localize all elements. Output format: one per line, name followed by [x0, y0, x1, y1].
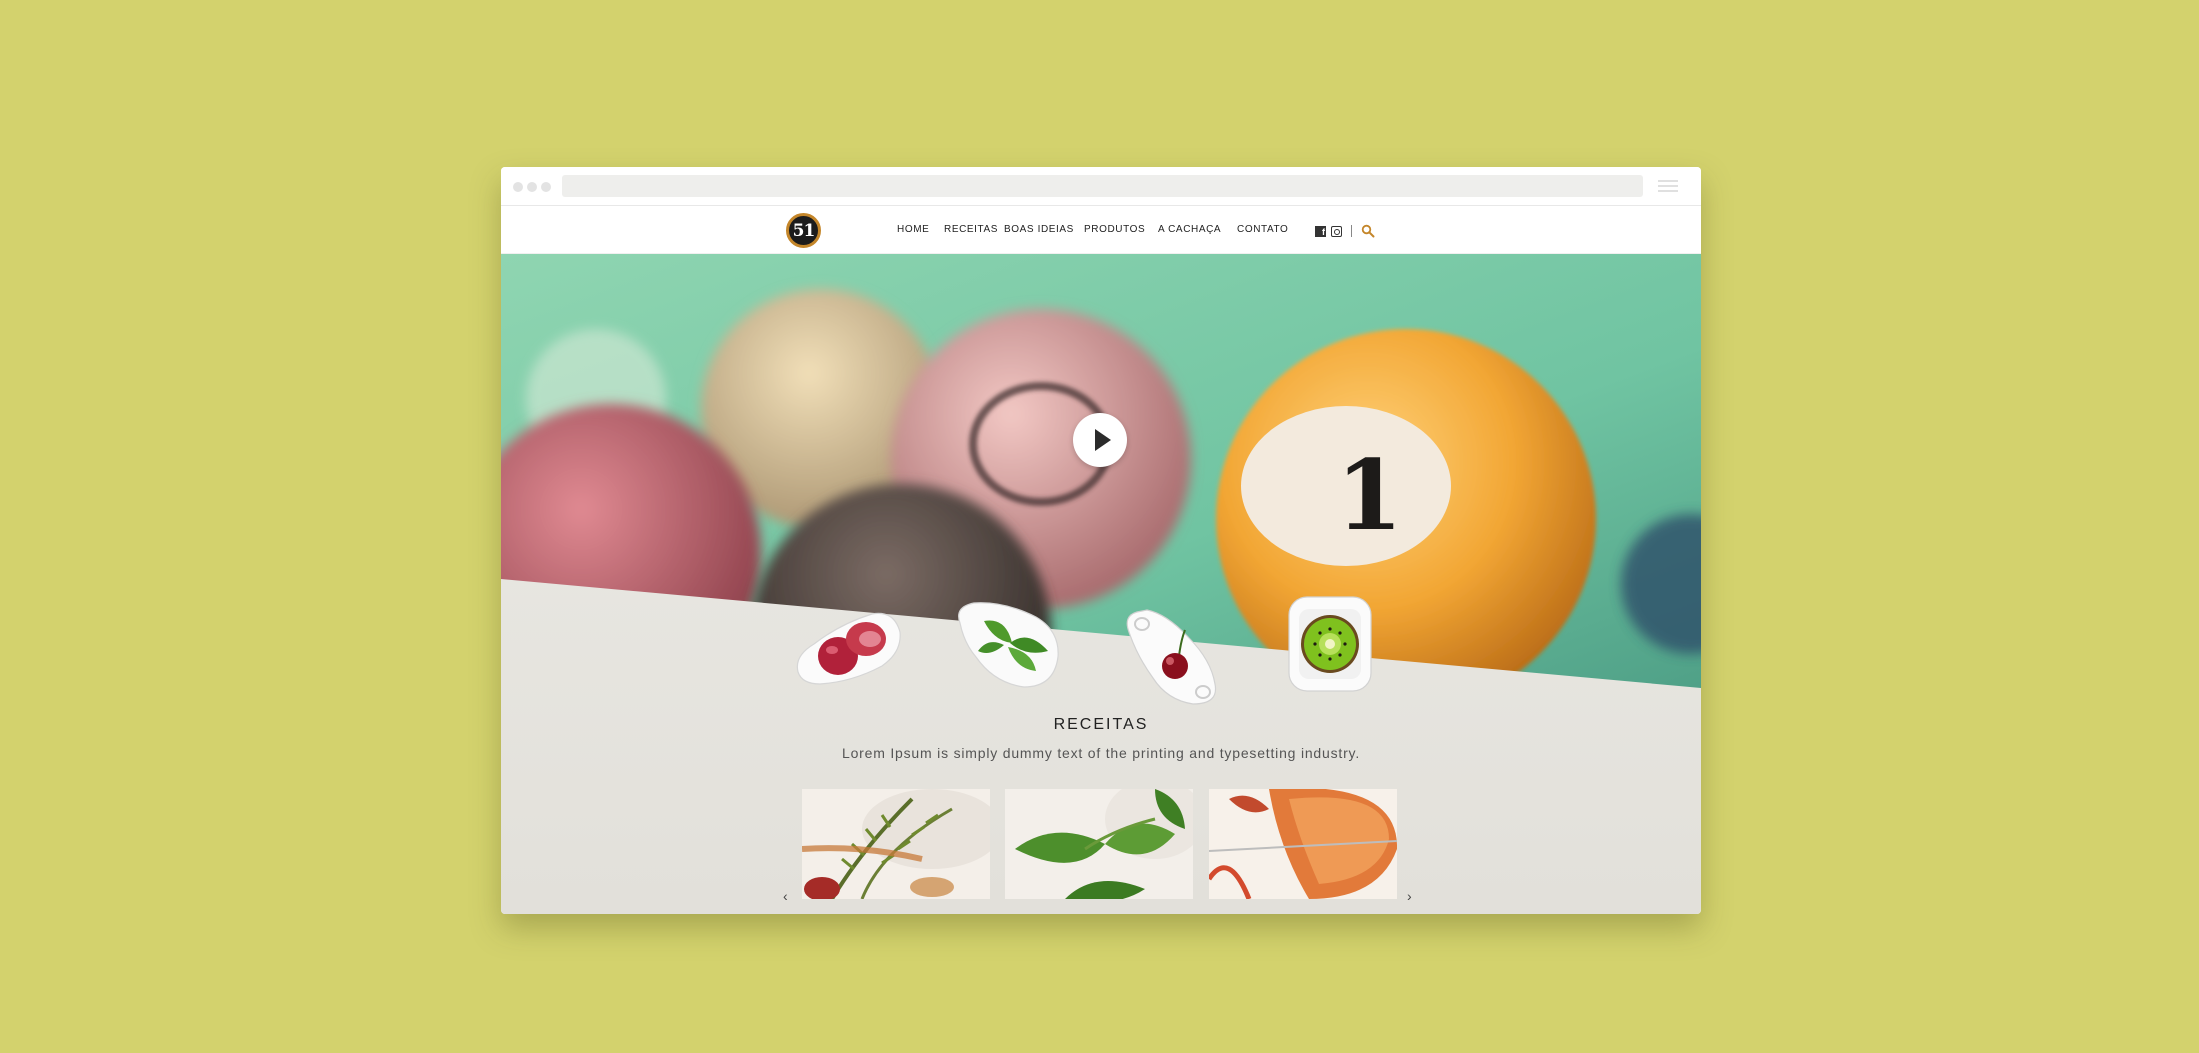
close-window-dot[interactable]	[513, 182, 523, 192]
search-icon[interactable]	[1361, 224, 1375, 238]
minimize-window-dot[interactable]	[527, 182, 537, 192]
recipe-card-orange[interactable]	[1209, 789, 1397, 899]
site-header: 51 HOME RECEITAS BOAS IDEIAS PRODUTOS A …	[501, 207, 1701, 254]
browser-chrome	[501, 167, 1701, 206]
main-nav: HOME RECEITAS BOAS IDEIAS PRODUTOS A CAC…	[501, 224, 1701, 238]
instagram-icon[interactable]	[1331, 225, 1342, 237]
social-links: f	[1315, 224, 1375, 238]
nav-divider	[1351, 225, 1352, 237]
maximize-window-dot[interactable]	[541, 182, 551, 192]
carousel-next-arrow-icon[interactable]: ›	[1407, 888, 1412, 904]
recipe-card-rosemary[interactable]	[802, 789, 990, 899]
carousel-prev-arrow-icon[interactable]: ‹	[783, 888, 788, 904]
recipe-card-mint[interactable]	[1005, 789, 1193, 899]
nav-item-home[interactable]: HOME	[897, 224, 929, 235]
nav-item-a-cachaca[interactable]: A CACHAÇA	[1158, 224, 1221, 235]
url-bar[interactable]	[562, 175, 1643, 197]
hero-section: 1 RECEITAS Lorem Ipsum is simply dummy t…	[501, 254, 1701, 914]
browser-window: 51 HOME RECEITAS BOAS IDEIAS PRODUTOS A …	[501, 167, 1701, 914]
hamburger-menu-icon[interactable]	[1658, 180, 1678, 195]
window-controls[interactable]	[513, 182, 551, 192]
nav-item-produtos[interactable]: PRODUTOS	[1084, 224, 1145, 235]
facebook-icon[interactable]: f	[1315, 225, 1326, 237]
nav-item-receitas[interactable]: RECEITAS	[944, 224, 998, 235]
nav-item-boas-ideias[interactable]: BOAS IDEIAS	[1004, 224, 1074, 235]
receitas-carousel: ‹ ›	[501, 254, 1701, 914]
nav-item-contato[interactable]: CONTATO	[1237, 224, 1288, 235]
